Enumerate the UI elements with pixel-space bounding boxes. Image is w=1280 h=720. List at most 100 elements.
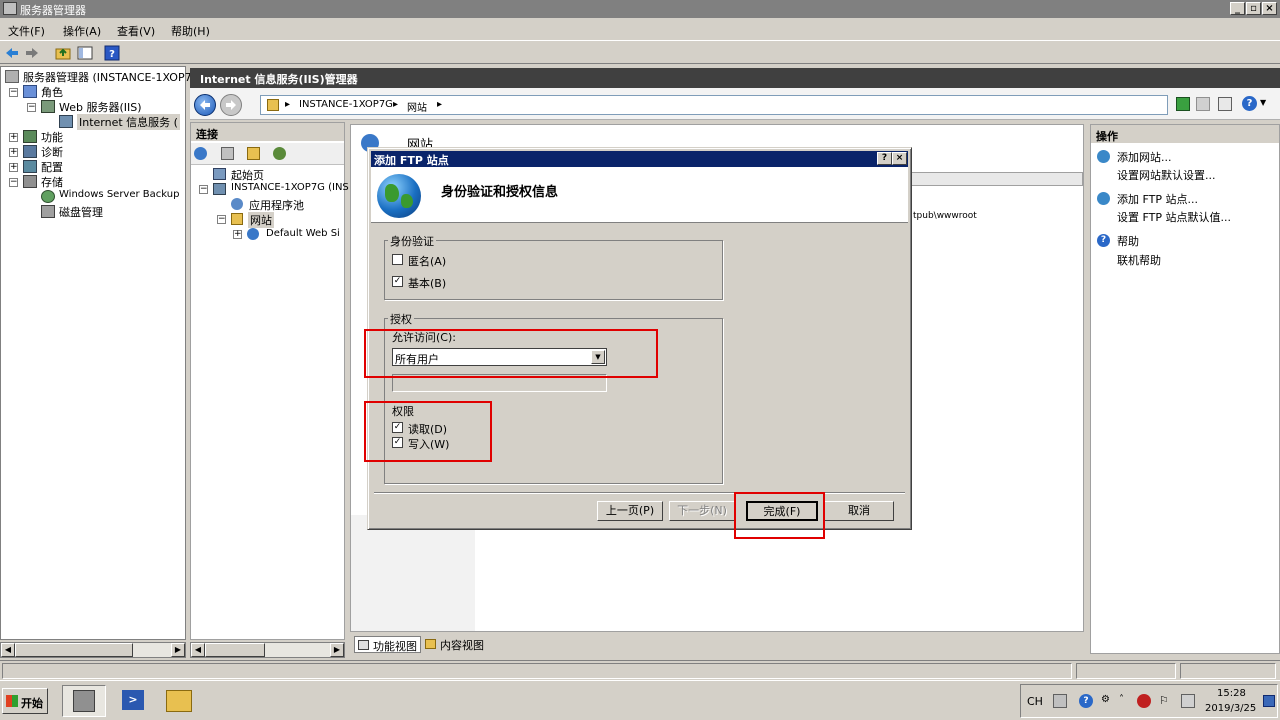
tree-item-config[interactable]: 配置: [41, 159, 63, 175]
up-folder-icon[interactable]: [55, 45, 71, 61]
page-icon: [267, 99, 279, 111]
next-button[interactable]: 下一步(N): [669, 501, 735, 521]
stop-icon[interactable]: [1196, 97, 1210, 111]
collapse-icon[interactable]: −: [199, 185, 208, 194]
chevron-up-icon[interactable]: ˄: [1119, 694, 1133, 708]
taskbar-server-manager[interactable]: [62, 685, 106, 717]
tree-item-storage[interactable]: 存储: [41, 174, 63, 190]
flag-icon[interactable]: ⚐: [1159, 694, 1173, 708]
scroll-thumb[interactable]: [205, 643, 265, 657]
menu-action[interactable]: 操作(A): [63, 23, 101, 39]
action-online-help[interactable]: 联机帮助: [1117, 252, 1161, 268]
clock-date[interactable]: 2019/3/25: [1205, 703, 1256, 714]
expand-icon[interactable]: +: [9, 163, 18, 172]
scroll-thumb[interactable]: [15, 643, 133, 657]
monitor-icon[interactable]: [1181, 694, 1195, 708]
scroll-left-icon[interactable]: ◀: [1, 643, 15, 657]
conn-server[interactable]: INSTANCE-1XOP7G (INS: [231, 182, 349, 193]
help-icon[interactable]: ?: [1242, 96, 1257, 111]
connections-horizontal-scrollbar[interactable]: ◀ ▶: [190, 642, 345, 658]
back-icon[interactable]: [194, 94, 216, 116]
taskbar-explorer[interactable]: [158, 685, 202, 717]
column-header[interactable]: [911, 172, 1083, 186]
clock-time[interactable]: 15:28: [1217, 688, 1246, 699]
tree-horizontal-scrollbar[interactable]: ◀ ▶: [0, 642, 186, 658]
iis-icon: [59, 115, 73, 128]
anonymous-checkbox[interactable]: [392, 254, 403, 265]
expand-icon[interactable]: +: [9, 133, 18, 142]
breadcrumb-sites[interactable]: 网站: [407, 99, 427, 114]
collapse-icon[interactable]: −: [27, 103, 36, 112]
help-icon: ?: [1097, 234, 1110, 247]
conn-sites[interactable]: 网站: [248, 212, 274, 228]
tab-features-view[interactable]: 功能视图: [354, 636, 421, 653]
chevron-down-icon[interactable]: ▼: [1260, 98, 1266, 107]
expand-icon[interactable]: +: [9, 148, 18, 157]
tree-item-diagnostics[interactable]: 诊断: [41, 144, 63, 160]
back-icon[interactable]: [4, 45, 20, 61]
tree-item-server-manager[interactable]: 服务器管理器 (INSTANCE-1XOP7: [23, 69, 192, 85]
help-icon[interactable]: ?: [104, 45, 120, 61]
scroll-left-icon[interactable]: ◀: [191, 643, 205, 657]
action-ftp-defaults[interactable]: 设置 FTP 站点默认值...: [1117, 209, 1231, 225]
collapse-icon[interactable]: −: [9, 178, 18, 187]
network-icon[interactable]: [1137, 694, 1151, 708]
action-add-site[interactable]: 添加网站...: [1117, 149, 1172, 165]
show-desktop-icon[interactable]: [1263, 695, 1275, 707]
cancel-button[interactable]: 取消: [824, 501, 894, 521]
tree-item-web-server[interactable]: Web 服务器(IIS): [59, 99, 142, 115]
settings-icon[interactable]: ⚙: [1101, 694, 1115, 708]
up-folder-icon[interactable]: [247, 147, 260, 160]
conn-start-page[interactable]: 起始页: [231, 167, 264, 183]
conn-app-pools[interactable]: 应用程序池: [249, 197, 304, 213]
actions-pane: 操作 添加网站... 设置网站默认设置... 添加 FTP 站点... 设置 F…: [1090, 124, 1280, 654]
dialog-help-button[interactable]: ?: [877, 152, 892, 165]
connections-toolbar: [191, 143, 344, 165]
save-icon[interactable]: [221, 147, 234, 160]
minimize-button[interactable]: _: [1230, 2, 1245, 15]
action-help[interactable]: 帮助: [1117, 233, 1139, 249]
scroll-right-icon[interactable]: ▶: [171, 643, 185, 657]
action-add-ftp[interactable]: 添加 FTP 站点...: [1117, 191, 1198, 207]
connect-icon[interactable]: [194, 147, 207, 160]
menu-file[interactable]: 文件(F): [8, 23, 45, 39]
collapse-icon[interactable]: −: [9, 88, 18, 97]
conn-default-site[interactable]: Default Web Si: [266, 228, 340, 239]
home-icon[interactable]: [1218, 97, 1232, 111]
scroll-right-icon[interactable]: ▶: [330, 643, 344, 657]
forward-icon[interactable]: [220, 94, 242, 116]
expand-icon[interactable]: +: [233, 230, 242, 239]
tree-item-iis[interactable]: Internet 信息服务 (: [77, 114, 180, 130]
breadcrumb-server[interactable]: INSTANCE-1XOP7G: [299, 99, 393, 110]
refresh-icon[interactable]: [1176, 97, 1190, 111]
maximize-button[interactable]: ▫: [1246, 2, 1261, 15]
input-language[interactable]: CH: [1027, 695, 1043, 708]
taskbar-powershell[interactable]: >: [112, 685, 156, 717]
menu-view[interactable]: 查看(V): [117, 23, 155, 39]
tree-item-backup[interactable]: Windows Server Backup: [59, 189, 179, 200]
forward-icon[interactable]: [24, 45, 40, 61]
status-field-3: [1180, 663, 1276, 679]
collapse-icon[interactable]: −: [217, 215, 226, 224]
help-icon[interactable]: ?: [1079, 694, 1093, 708]
dialog-close-button[interactable]: ×: [892, 152, 907, 165]
start-page-icon: [213, 168, 226, 180]
previous-button[interactable]: 上一页(P): [597, 501, 663, 521]
menu-help[interactable]: 帮助(H): [171, 23, 210, 39]
delete-connection-icon[interactable]: [273, 147, 286, 160]
tree-item-disk[interactable]: 磁盘管理: [59, 204, 103, 220]
close-button[interactable]: ×: [1262, 2, 1277, 15]
authz-group-label: 授权: [388, 311, 414, 327]
tab-content-view[interactable]: 内容视图: [422, 636, 487, 653]
tree-item-features[interactable]: 功能: [41, 129, 63, 145]
button-separator: [374, 492, 905, 494]
window-title: 服务器管理器: [20, 4, 86, 17]
show-hide-tree-icon[interactable]: [77, 45, 93, 61]
keyboard-icon[interactable]: [1053, 694, 1067, 708]
action-site-defaults[interactable]: 设置网站默认设置...: [1117, 167, 1216, 183]
tree-item-roles[interactable]: 角色: [41, 84, 63, 100]
basic-checkbox[interactable]: ✓: [392, 276, 403, 287]
address-bar[interactable]: ▸ INSTANCE-1XOP7G ▸ 网站 ▸: [260, 95, 1168, 115]
powershell-icon: >: [122, 690, 144, 710]
start-button[interactable]: 开始: [2, 688, 48, 714]
